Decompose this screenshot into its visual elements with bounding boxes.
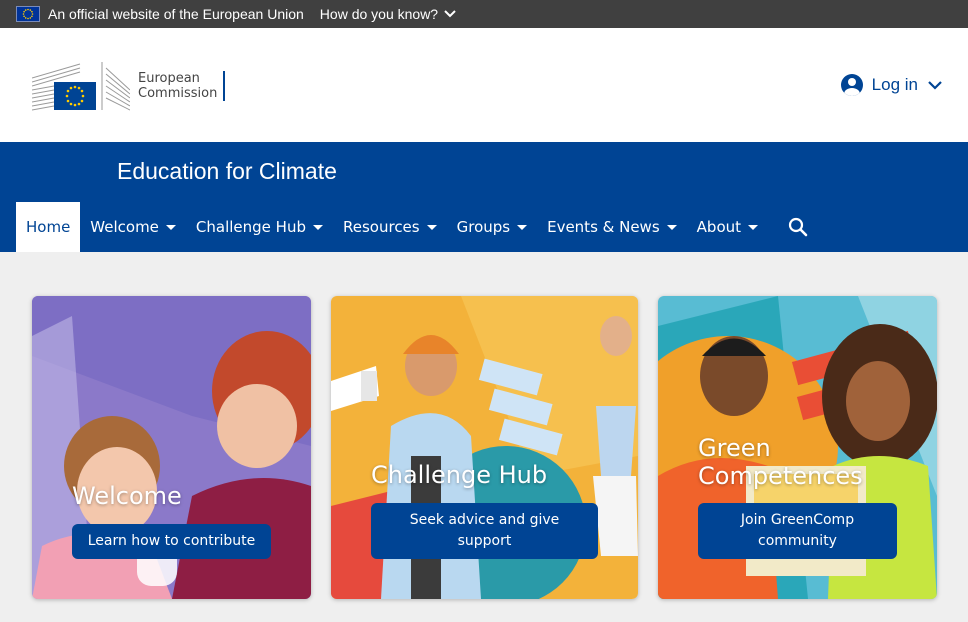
- nav-item-label: Groups: [456, 218, 511, 236]
- nav-item-groups[interactable]: Groups: [447, 202, 537, 252]
- european-commission-logo[interactable]: European Commission: [32, 60, 226, 112]
- logo-text: European Commission: [138, 71, 226, 101]
- join-greencomp-button[interactable]: Join GreenComp community: [698, 503, 897, 559]
- logo-line-commission: Commission: [138, 86, 218, 101]
- nav-item-events-news[interactable]: Events & News: [537, 202, 687, 252]
- site-title[interactable]: Education for Climate: [117, 158, 337, 185]
- nav-item-home[interactable]: Home: [16, 202, 81, 252]
- nav-item-label: Resources: [343, 218, 420, 236]
- how-do-you-know-toggle[interactable]: How do you know?: [320, 6, 456, 22]
- card-title: Challenge Hub: [371, 461, 548, 489]
- card-title-line: Green: [698, 434, 771, 462]
- nav-item-label: Challenge Hub: [195, 218, 306, 236]
- card-title-line: Competences: [698, 462, 863, 490]
- eu-flag-icon: [16, 6, 40, 22]
- nav-item-label: Welcome: [90, 218, 159, 236]
- user-avatar-icon: [840, 74, 863, 96]
- card-welcome[interactable]: Welcome Learn how to contribute: [32, 296, 311, 599]
- learn-how-to-contribute-button[interactable]: Learn how to contribute: [72, 524, 271, 559]
- nav-item-resources[interactable]: Resources: [333, 202, 447, 252]
- site-band: Education for Climate Home Welcome Chall…: [0, 142, 968, 252]
- chevron-down-icon: [928, 80, 942, 90]
- nav-item-label: Events & News: [547, 218, 660, 236]
- site-header: European Commission Log in: [0, 28, 968, 142]
- caret-down-icon: [313, 224, 323, 230]
- login-button[interactable]: Log in: [840, 74, 942, 96]
- caret-down-icon: [748, 224, 759, 230]
- nav-item-label: Home: [26, 218, 71, 236]
- official-website-text: An official website of the European Unio…: [48, 6, 304, 22]
- main-navigation: Home Welcome Challenge Hub Resources Gro…: [16, 202, 820, 252]
- caret-down-icon: [517, 224, 528, 230]
- card-title: Welcome: [72, 482, 182, 510]
- search-button[interactable]: [776, 202, 820, 252]
- how-do-you-know-label: How do you know?: [319, 6, 439, 22]
- chevron-down-icon: [444, 10, 456, 18]
- card-challenge-hub[interactable]: Challenge Hub Seek advice and give suppo…: [331, 296, 638, 599]
- nav-item-label: About: [696, 218, 742, 236]
- caret-down-icon: [666, 224, 677, 230]
- nav-item-welcome[interactable]: Welcome: [80, 202, 186, 252]
- commission-building-logo-icon: [32, 62, 130, 111]
- caret-down-icon: [165, 224, 176, 230]
- nav-item-about[interactable]: About: [687, 202, 768, 252]
- card-green-competences[interactable]: Green Competences Join GreenComp communi…: [658, 296, 937, 599]
- login-label: Log in: [871, 75, 918, 94]
- seek-advice-button[interactable]: Seek advice and give support: [371, 503, 598, 559]
- logo-line-european: European: [138, 71, 200, 86]
- card-title: Green Competences: [698, 434, 863, 490]
- search-icon: [788, 217, 808, 237]
- caret-down-icon: [426, 224, 437, 230]
- eu-official-banner: An official website of the European Unio…: [0, 0, 968, 28]
- nav-item-challenge-hub[interactable]: Challenge Hub: [186, 202, 333, 252]
